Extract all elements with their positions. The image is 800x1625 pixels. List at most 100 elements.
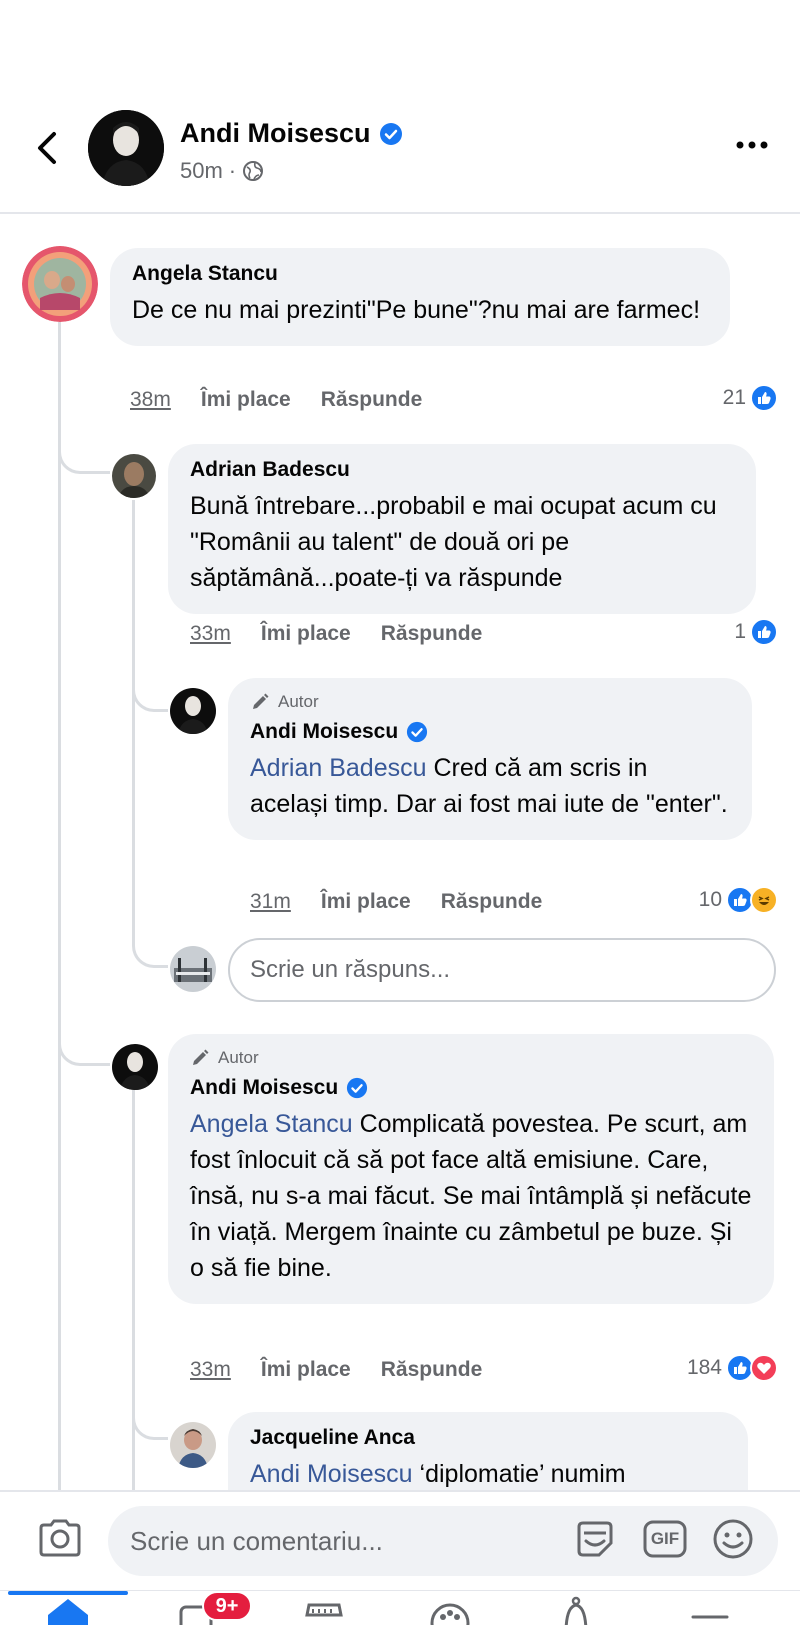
marketplace-icon	[305, 1603, 343, 1617]
reaction-summary[interactable]: 1	[734, 618, 778, 646]
comment-actions: 33m Îmi place Răspunde	[190, 1358, 482, 1382]
comment-composer: Scrie un comentariu... GIF	[0, 1490, 800, 1590]
camera-button[interactable]	[36, 1514, 84, 1562]
comment-text: Bună întrebare...probabil e mai ocupat a…	[190, 492, 717, 592]
like-button[interactable]: Îmi place	[261, 622, 351, 646]
commenter-avatar[interactable]	[22, 246, 98, 322]
chevron-left-icon	[38, 132, 56, 164]
back-button[interactable]	[26, 120, 66, 176]
menu-icon	[691, 1615, 729, 1619]
commenter-name[interactable]: Angela Stancu	[132, 262, 708, 286]
like-button[interactable]: Îmi place	[201, 388, 291, 412]
reaction-summary[interactable]: 184	[687, 1354, 778, 1382]
tab-home[interactable]	[38, 1593, 98, 1625]
comment-text: Angela Stancu Complicată povestea. Pe sc…	[190, 1106, 752, 1286]
comment-bubble: Autor Andi Moisescu Adrian Badescu Cred …	[228, 678, 752, 840]
thread-line	[58, 322, 61, 1490]
gif-button[interactable]: GIF	[642, 1516, 688, 1562]
video-notification-badge: 9+	[202, 1591, 252, 1621]
love-reaction-icon	[750, 1354, 778, 1382]
mention-link[interactable]: Andi Moisescu	[250, 1460, 413, 1488]
mention-link[interactable]: Adrian Badescu	[250, 754, 427, 782]
like-button[interactable]: Îmi place	[261, 1358, 351, 1382]
home-icon	[48, 1599, 88, 1625]
comment-actions: 33m Îmi place Răspunde	[190, 622, 482, 646]
like-reaction-icon	[750, 618, 778, 646]
globe-icon	[243, 161, 264, 181]
comment-actions: 31m Îmi place Răspunde	[250, 890, 542, 914]
reaction-summary[interactable]: 10	[699, 886, 778, 914]
mention-link[interactable]: Angela Stancu	[190, 1110, 353, 1138]
commenter-name[interactable]: Andi Moisescu	[250, 720, 730, 744]
emoji-button[interactable]	[710, 1516, 756, 1562]
meta-separator: ·	[228, 158, 237, 183]
commenter-avatar[interactable]	[112, 454, 156, 498]
post-time[interactable]: 50m	[180, 158, 223, 184]
reply-input[interactable]: Scrie un răspuns...	[228, 938, 776, 1002]
reaction-count: 184	[686, 1356, 722, 1379]
bell-icon	[564, 1596, 588, 1625]
commenter-name[interactable]: Adrian Badescu	[190, 458, 734, 482]
tab-notifications[interactable]	[546, 1593, 606, 1625]
bottom-tab-bar	[0, 1590, 800, 1625]
author-avatar[interactable]	[88, 110, 164, 186]
verified-icon	[347, 1077, 368, 1099]
commenter-name-text[interactable]: Andi Moisescu	[190, 1076, 338, 1100]
emoji-icon	[713, 1519, 753, 1559]
post-meta: 50m ·	[180, 158, 264, 184]
tab-groups[interactable]	[420, 1593, 480, 1625]
verified-icon	[407, 721, 428, 743]
reply-button[interactable]: Răspunde	[441, 890, 543, 914]
comment-placeholder: Scrie un comentariu...	[130, 1525, 383, 1556]
commenter-name-text[interactable]: Andi Moisescu	[250, 720, 398, 744]
reaction-summary[interactable]: 21	[723, 384, 778, 412]
commenter-avatar[interactable]	[170, 688, 216, 734]
thread-connector	[132, 1390, 168, 1440]
tab-menu[interactable]	[680, 1593, 740, 1625]
like-reaction-icon	[750, 384, 778, 412]
sticker-icon	[577, 1521, 613, 1557]
author-badge-label: Autor	[218, 1048, 259, 1067]
comment-time[interactable]: 33m	[190, 1358, 231, 1382]
like-button[interactable]: Îmi place	[321, 890, 411, 914]
pencil-icon	[193, 1049, 209, 1065]
author-name[interactable]: Andi Moisescu	[180, 118, 403, 149]
comment-time[interactable]: 38m	[130, 388, 171, 412]
comment-time[interactable]: 33m	[190, 622, 231, 646]
commenter-avatar[interactable]	[170, 1422, 216, 1468]
author-badge-label: Autor	[278, 692, 319, 711]
reply-button[interactable]: Răspunde	[381, 622, 483, 646]
reply-placeholder: Scrie un răspuns...	[250, 956, 451, 983]
more-icon	[736, 141, 768, 149]
author-name-text[interactable]: Andi Moisescu	[180, 118, 371, 149]
reply-button[interactable]: Răspunde	[381, 1358, 483, 1382]
reply-button[interactable]: Răspunde	[321, 388, 423, 412]
groups-icon	[430, 1603, 470, 1625]
tab-marketplace[interactable]	[294, 1593, 354, 1625]
gif-label: GIF	[650, 1529, 680, 1548]
comment-body: ‘diplomatie’ numim	[412, 1460, 626, 1488]
comment-time[interactable]: 31m	[250, 890, 291, 914]
comment-actions: 38m Îmi place Răspunde	[130, 388, 422, 412]
thread-connector	[132, 920, 168, 968]
more-options-button[interactable]	[732, 130, 772, 160]
thread-line	[132, 1090, 135, 1490]
comment-text: Andi Moisescu ‘diplomatie’ numim	[250, 1456, 726, 1492]
commenter-name[interactable]: Andi Moisescu	[190, 1076, 752, 1100]
commenter-avatar[interactable]	[112, 1044, 158, 1090]
reaction-count: 10	[698, 888, 722, 911]
comment-text: Adrian Badescu Cred că am scris in acela…	[250, 750, 730, 822]
commenter-name[interactable]: Jacqueline Anca	[250, 1426, 726, 1450]
thread-connector	[58, 1010, 110, 1066]
comment-bubble: Adrian Badescu Bună întrebare...probabil…	[168, 444, 756, 614]
reaction-count: 1	[734, 620, 746, 643]
sticker-button[interactable]	[572, 1516, 618, 1562]
author-badge: Autor	[190, 1048, 752, 1068]
reaction-count: 21	[722, 386, 746, 409]
thread-connector	[132, 660, 168, 712]
current-user-avatar	[170, 946, 216, 992]
post-header: Andi Moisescu 50m ·	[0, 0, 800, 214]
thread-line	[132, 500, 135, 940]
author-badge: Autor	[250, 692, 730, 712]
haha-reaction-icon	[750, 886, 778, 914]
